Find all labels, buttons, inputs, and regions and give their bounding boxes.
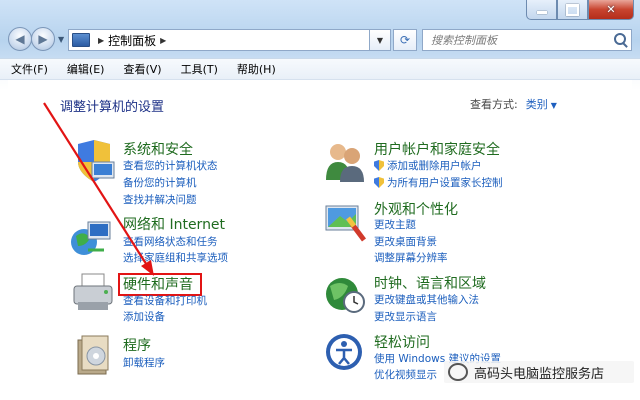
watermark-text: 高码头电脑监控服务店 bbox=[474, 366, 605, 382]
annotation-arrow bbox=[43, 102, 154, 276]
wechat-icon bbox=[448, 363, 468, 381]
watermark: 高码头电脑监控服务店 bbox=[444, 361, 634, 383]
window-frame: ✕ ◀ ▶ ▼ ▶ 控制面板 ▶ ▼ ⟳ 文件(F) 编辑(E) 查看(V) 工… bbox=[0, 0, 640, 400]
